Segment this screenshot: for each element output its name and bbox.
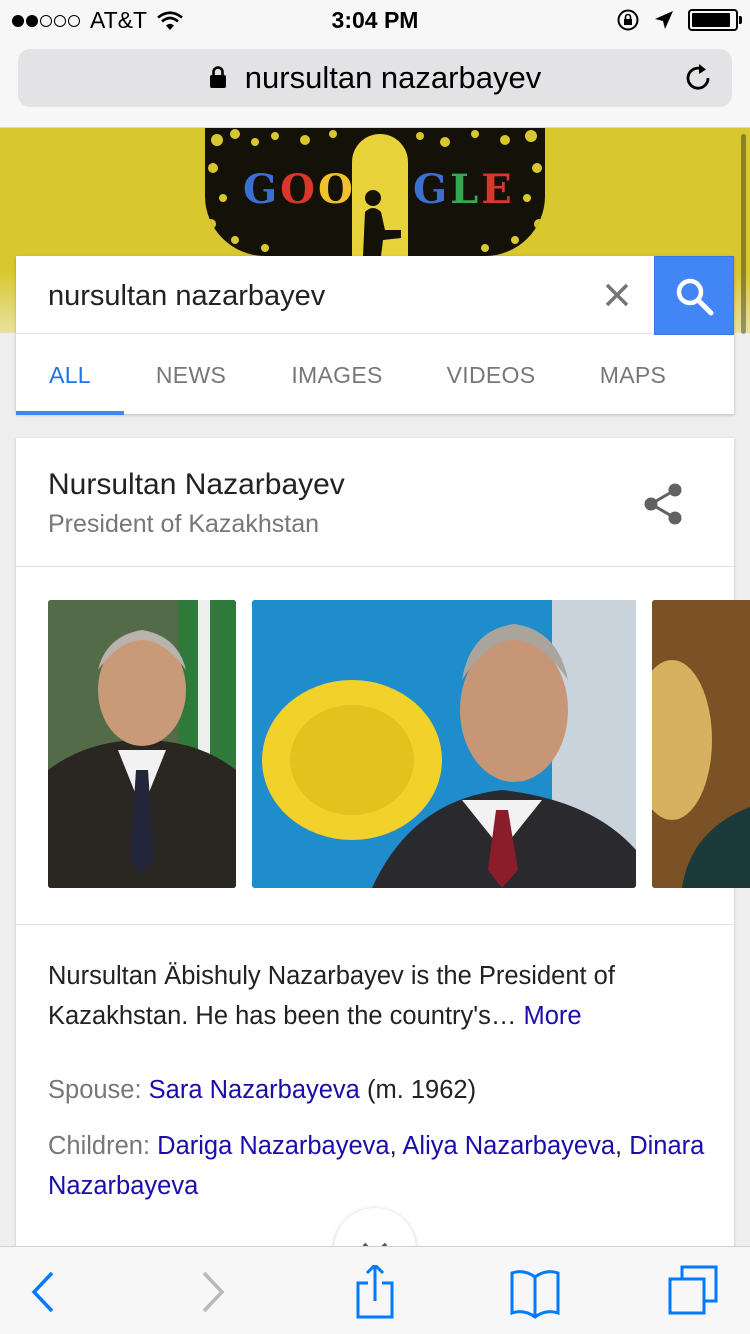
- spouse-fact: Spouse: Sara Nazarbayeva (m. 1962): [48, 1070, 708, 1110]
- chevron-down-icon: [362, 1242, 388, 1246]
- location-icon: [655, 11, 673, 29]
- portrait-photo-art: [48, 600, 236, 888]
- flag-background-photo[interactable]: [252, 600, 636, 888]
- divider: [16, 924, 734, 925]
- doodle-letter: L: [450, 166, 482, 213]
- entity-subtitle: President of Kazakhstan: [48, 510, 319, 538]
- bookmarks-icon: [510, 1270, 560, 1319]
- divider: [16, 566, 734, 567]
- scrollbar[interactable]: [741, 134, 746, 334]
- spouse-link[interactable]: Sara Nazarbayeva: [149, 1076, 360, 1104]
- share-icon: [356, 1265, 394, 1319]
- status-bar: AT&T 3:04 PM: [0, 0, 750, 40]
- rotation-lock-icon: [617, 9, 639, 31]
- battery-icon: [688, 9, 742, 31]
- flag-photo-art: [252, 600, 636, 888]
- share-icon[interactable]: [642, 482, 684, 526]
- tab-news[interactable]: NEWS: [146, 335, 236, 414]
- entity-title[interactable]: Nursultan Nazarbayev: [48, 468, 345, 502]
- search-icon: [676, 278, 714, 316]
- portrait-photo[interactable]: [48, 600, 236, 888]
- entity-description: Nursultan Äbishuly Nazarbayev is the Pre…: [48, 956, 698, 1036]
- children-separator: ,: [389, 1132, 397, 1160]
- search-tabs: ALL NEWS IMAGES VIDEOS MAPS: [16, 335, 734, 415]
- status-right: [602, 8, 742, 32]
- knowledge-panel: Nursultan Nazarbayev President of Kazakh…: [16, 438, 750, 1246]
- tabs-icon: [668, 1265, 718, 1315]
- share-button[interactable]: [348, 1265, 402, 1319]
- doodle-letters-left: GOO: [243, 166, 356, 213]
- browser-header: nursultan nazarbayev: [0, 40, 750, 128]
- battery-level: [692, 13, 730, 27]
- expand-button[interactable]: [334, 1208, 416, 1246]
- doodle-letter: O: [280, 166, 319, 213]
- spouse-label: Spouse:: [48, 1076, 142, 1104]
- lock-icon: [209, 66, 226, 88]
- forward-button[interactable]: [184, 1265, 238, 1319]
- reload-icon[interactable]: [682, 62, 714, 94]
- tab-videos[interactable]: VIDEOS: [438, 335, 544, 414]
- child-link[interactable]: Dariga Nazarbayeva: [157, 1132, 389, 1160]
- doodle-letter: G: [413, 166, 451, 213]
- forward-chevron-icon: [202, 1271, 225, 1313]
- doodle-letters-right: GLE: [413, 166, 515, 213]
- doodle-letter: O: [318, 166, 356, 213]
- address-bar[interactable]: nursultan nazarbayev: [18, 49, 732, 107]
- back-button[interactable]: [18, 1265, 72, 1319]
- children-separator: ,: [615, 1132, 623, 1160]
- doodle-letter: E: [481, 166, 515, 213]
- search-input[interactable]: nursultan nazarbayev: [16, 256, 654, 334]
- tab-maps[interactable]: MAPS: [590, 335, 676, 414]
- doodle-logo-text: GOO GLE: [205, 166, 545, 216]
- google-doodle[interactable]: GOO GLE: [205, 128, 545, 256]
- cropped-photo[interactable]: [652, 600, 750, 888]
- web-page: GOO GLE nursultan nazarbayev ALL NEWS IM…: [0, 128, 750, 1246]
- tab-images[interactable]: IMAGES: [282, 335, 392, 414]
- url-text: nursultan nazarbayev: [244, 60, 542, 95]
- browser-toolbar: [0, 1246, 750, 1334]
- more-link[interactable]: More: [523, 1002, 581, 1030]
- search-box-card: nursultan nazarbayev ALL NEWS IMAGES VID…: [16, 256, 734, 415]
- tabs-button[interactable]: [666, 1265, 720, 1319]
- children-label: Children:: [48, 1132, 151, 1160]
- search-button[interactable]: [654, 256, 734, 335]
- tab-all[interactable]: ALL: [30, 335, 110, 414]
- doodle-letter: G: [243, 166, 281, 213]
- active-tab-indicator: [16, 411, 124, 415]
- child-link[interactable]: Aliya Nazarbayeva: [402, 1132, 615, 1160]
- children-fact: Children: Dariga Nazarbayeva, Aliya Naza…: [48, 1126, 708, 1206]
- bookmarks-button[interactable]: [508, 1265, 562, 1319]
- cropped-photo-art: [652, 600, 750, 888]
- clear-search-icon[interactable]: [602, 280, 632, 310]
- spouse-detail: (m. 1962): [366, 1076, 477, 1104]
- back-chevron-icon: [31, 1271, 54, 1313]
